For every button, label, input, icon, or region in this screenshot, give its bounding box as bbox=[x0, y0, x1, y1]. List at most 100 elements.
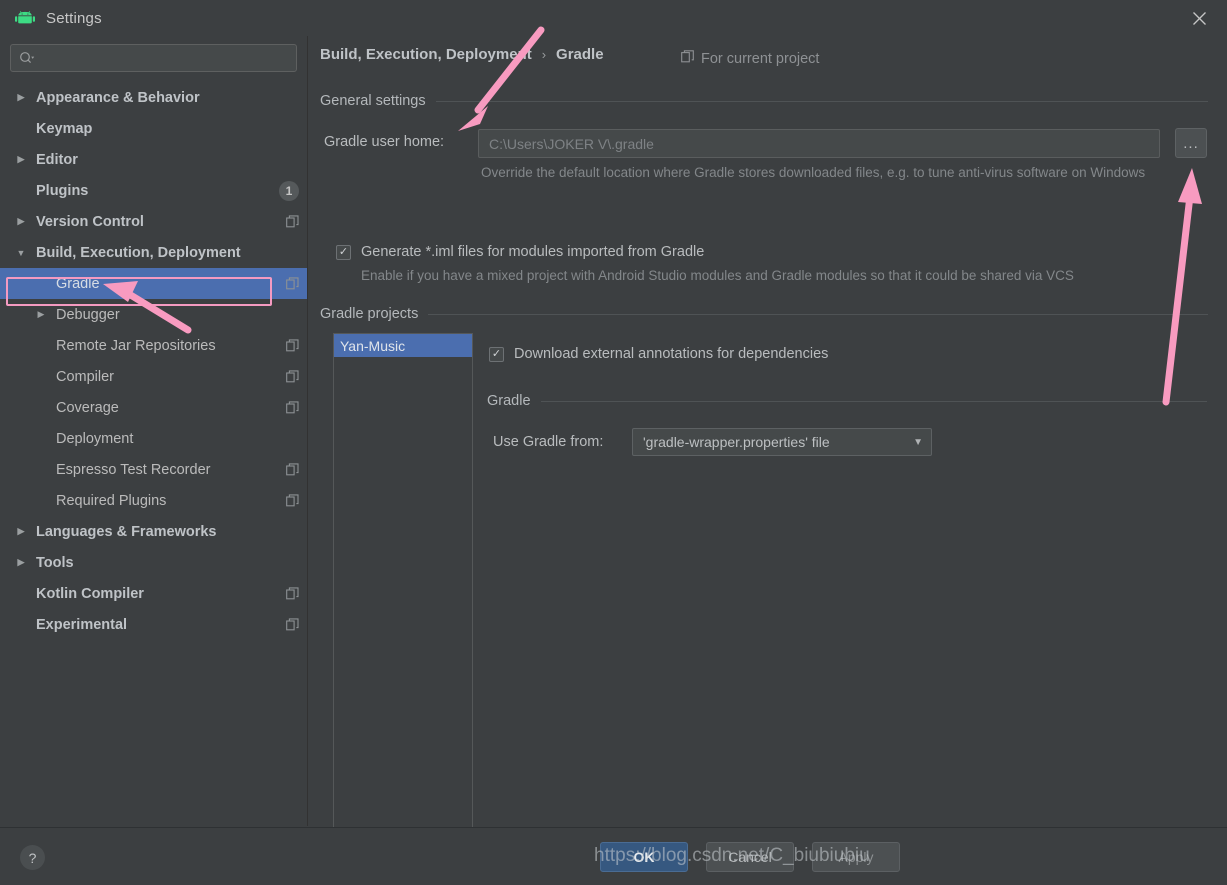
window-title: Settings bbox=[46, 9, 102, 27]
breadcrumb: Build, Execution, Deployment › Gradle bbox=[320, 46, 604, 63]
generate-iml-label: Generate *.iml files for modules importe… bbox=[361, 244, 705, 260]
sidebar-item-label: Appearance & Behavior bbox=[36, 89, 200, 106]
generate-iml-hint: Enable if you have a mixed project with … bbox=[361, 268, 1074, 283]
sidebar-item-gradle[interactable]: ▶Gradle bbox=[0, 268, 307, 299]
sidebar-item-editor[interactable]: ▶ Editor bbox=[0, 144, 307, 175]
breadcrumb-current: Gradle bbox=[556, 46, 604, 63]
gradle-user-home-label: Gradle user home: bbox=[324, 134, 445, 150]
search-wrapper bbox=[0, 36, 307, 72]
sidebar-item-deployment[interactable]: ▶Deployment bbox=[0, 423, 307, 454]
sidebar-item-label: Compiler bbox=[56, 368, 115, 385]
use-gradle-from-value: 'gradle-wrapper.properties' file bbox=[643, 434, 830, 450]
generate-iml-checkbox[interactable]: ✓ bbox=[336, 245, 351, 260]
copy-icon bbox=[286, 494, 299, 507]
search-box[interactable] bbox=[10, 44, 297, 72]
sidebar-item-plugins[interactable]: ▶Plugins1 bbox=[0, 175, 307, 206]
sidebar-item-required-plugins[interactable]: ▶Required Plugins bbox=[0, 485, 307, 516]
gradle-group-header: Gradle bbox=[487, 393, 1207, 409]
copy-icon bbox=[286, 215, 299, 228]
ok-button[interactable]: OK bbox=[600, 842, 688, 872]
gradle-user-home-input[interactable]: C:\Users\JOKER V\.gradle bbox=[478, 129, 1160, 158]
download-annotations-checkbox-row[interactable]: ✓ Download external annotations for depe… bbox=[489, 346, 1189, 362]
search-input[interactable] bbox=[35, 50, 296, 66]
gradle-projects-list[interactable]: Yan-Music bbox=[333, 333, 473, 851]
settings-dialog: Settings ▶ Appearance & Behavior ▶ bbox=[0, 0, 1227, 885]
sidebar-item-label: Tools bbox=[36, 554, 74, 571]
section-divider bbox=[435, 100, 1208, 102]
sidebar-item-label: Kotlin Compiler bbox=[36, 585, 144, 602]
sidebar-item-version-control[interactable]: ▶ Version Control bbox=[0, 206, 307, 237]
chevron-right-icon[interactable]: ▶ bbox=[14, 215, 28, 229]
for-current-project-indicator: For current project bbox=[681, 50, 819, 67]
copy-icon bbox=[286, 277, 299, 290]
sidebar-item-experimental[interactable]: ▶Experimental bbox=[0, 609, 307, 640]
sidebar-item-keymap[interactable]: ▶Keymap bbox=[0, 113, 307, 144]
apply-button[interactable]: Apply bbox=[812, 842, 900, 872]
help-button[interactable]: ? bbox=[20, 845, 45, 870]
sidebar-item-debugger[interactable]: ▶ Debugger bbox=[0, 299, 307, 330]
gradle-projects-title: Gradle projects bbox=[320, 306, 419, 322]
general-settings-section-header: General settings bbox=[320, 93, 1208, 109]
sidebar-item-label: Editor bbox=[36, 151, 78, 168]
sidebar-item-label: Debugger bbox=[56, 306, 120, 323]
dialog-footer: ? OK Cancel Apply bbox=[0, 827, 1227, 885]
settings-content-panel: Build, Execution, Deployment › Gradle Fo… bbox=[309, 36, 1227, 851]
section-divider bbox=[428, 313, 1208, 315]
list-item[interactable]: Yan-Music bbox=[334, 334, 472, 357]
sidebar-item-label: Languages & Frameworks bbox=[36, 523, 217, 540]
copy-icon bbox=[286, 463, 299, 476]
sidebar-item-label: Deployment bbox=[56, 430, 134, 447]
copy-icon bbox=[286, 401, 299, 414]
sidebar-item-label: Build, Execution, Deployment bbox=[36, 244, 241, 261]
sidebar-item-label: Experimental bbox=[36, 616, 128, 633]
gradle-user-home-hint: Override the default location where Grad… bbox=[481, 165, 1146, 180]
copy-icon bbox=[286, 370, 299, 383]
general-settings-title: General settings bbox=[320, 93, 426, 109]
sidebar-item-label: Remote Jar Repositories bbox=[56, 337, 216, 354]
chevron-right-icon[interactable]: ▶ bbox=[14, 525, 28, 539]
sidebar-item-label: Espresso Test Recorder bbox=[56, 461, 211, 478]
browse-button[interactable]: ... bbox=[1175, 128, 1207, 158]
gradle-projects-section-header: Gradle projects bbox=[320, 306, 1208, 322]
generate-iml-checkbox-row[interactable]: ✓ Generate *.iml files for modules impor… bbox=[336, 244, 1196, 260]
chevron-right-icon[interactable]: ▶ bbox=[14, 91, 28, 105]
cancel-button[interactable]: Cancel bbox=[706, 842, 794, 872]
sidebar-item-label: Version Control bbox=[36, 213, 144, 230]
breadcrumb-parent[interactable]: Build, Execution, Deployment bbox=[320, 46, 532, 63]
sidebar-item-espresso-test-recorder[interactable]: ▶Espresso Test Recorder bbox=[0, 454, 307, 485]
settings-sidebar: ▶Appearance & Behavior▶Keymap▶Editor▶Plu… bbox=[0, 36, 308, 826]
download-annotations-label: Download external annotations for depend… bbox=[514, 346, 829, 362]
sidebar-item-label: Plugins bbox=[36, 182, 89, 199]
use-gradle-from-label: Use Gradle from: bbox=[493, 434, 604, 450]
sidebar-item-label: Gradle bbox=[56, 275, 100, 292]
breadcrumb-separator-icon: › bbox=[541, 47, 547, 62]
sidebar-item-coverage[interactable]: ▶Coverage bbox=[0, 392, 307, 423]
sidebar-item-build-execution-deployment[interactable]: ▼ Build, Execution, Deployment bbox=[0, 237, 307, 268]
sidebar-item-compiler[interactable]: ▶Compiler bbox=[0, 361, 307, 392]
chevron-down-icon[interactable]: ▼ bbox=[14, 246, 28, 260]
settings-tree: ▶Appearance & Behavior▶Keymap▶Editor▶Plu… bbox=[0, 82, 307, 640]
search-icon bbox=[19, 51, 35, 65]
chevron-down-icon: ▼ bbox=[913, 436, 923, 448]
android-robot-icon bbox=[14, 10, 36, 26]
for-current-project-label: For current project bbox=[701, 50, 820, 67]
chevron-right-icon[interactable]: ▶ bbox=[34, 308, 48, 322]
section-divider bbox=[540, 400, 1207, 402]
chevron-right-icon[interactable]: ▶ bbox=[14, 153, 28, 167]
sidebar-item-appearance-behavior[interactable]: ▶ Appearance & Behavior bbox=[0, 82, 307, 113]
sidebar-item-remote-jar-repositories[interactable]: ▶Remote Jar Repositories bbox=[0, 330, 307, 361]
title-bar: Settings bbox=[0, 0, 1227, 36]
sidebar-item-tools[interactable]: ▶ Tools bbox=[0, 547, 307, 578]
copy-icon bbox=[286, 339, 299, 352]
sidebar-item-kotlin-compiler[interactable]: ▶Kotlin Compiler bbox=[0, 578, 307, 609]
copy-icon bbox=[286, 618, 299, 631]
download-annotations-checkbox[interactable]: ✓ bbox=[489, 347, 504, 362]
status-badge: 1 bbox=[279, 180, 299, 201]
sidebar-item-label: Keymap bbox=[36, 120, 93, 137]
use-gradle-from-select[interactable]: 'gradle-wrapper.properties' file ▼ bbox=[632, 428, 932, 456]
chevron-right-icon[interactable]: ▶ bbox=[14, 556, 28, 570]
sidebar-item-label: Coverage bbox=[56, 399, 119, 416]
close-icon[interactable] bbox=[1171, 0, 1227, 36]
sidebar-item-languages-frameworks[interactable]: ▶ Languages & Frameworks bbox=[0, 516, 307, 547]
sidebar-item-label: Required Plugins bbox=[56, 492, 167, 509]
